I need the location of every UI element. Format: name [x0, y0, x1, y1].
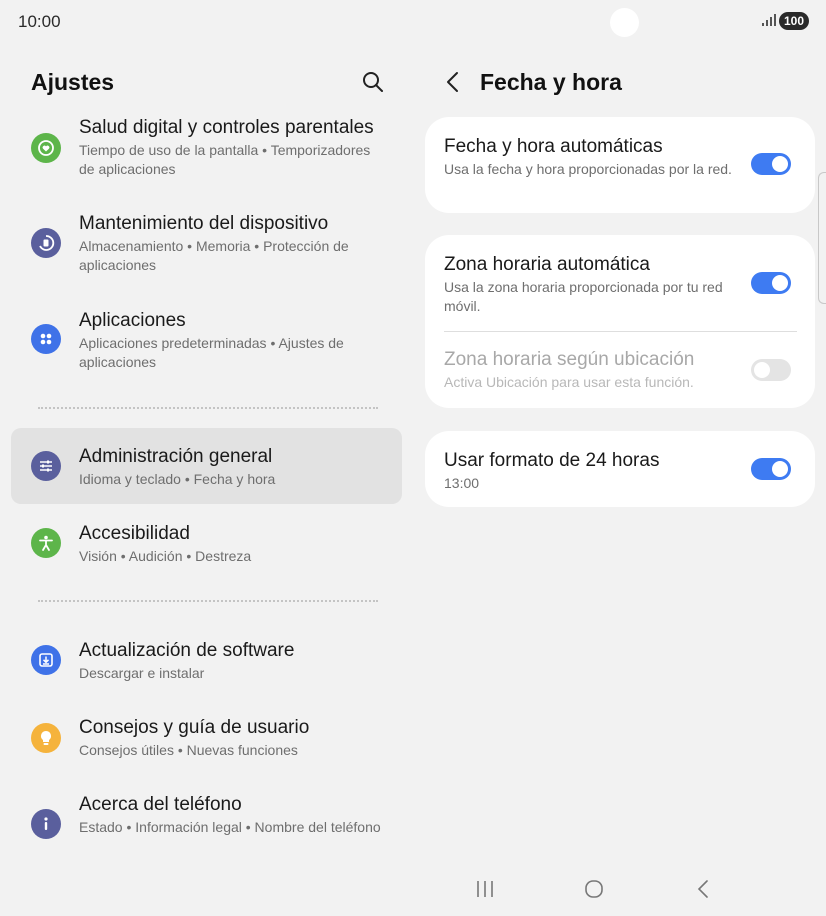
- settings-item-general-management[interactable]: Administración general Idioma y teclado …: [11, 428, 402, 504]
- info-icon: [31, 809, 61, 839]
- settings-item-apps[interactable]: Aplicaciones Aplicaciones predeterminada…: [11, 305, 402, 385]
- apps-icon: [31, 324, 61, 354]
- detail-title: Fecha y hora: [480, 69, 622, 95]
- signal-icon: [762, 14, 776, 26]
- device-care-icon: [31, 228, 61, 258]
- general-management-icon: [31, 451, 61, 481]
- setting-title: Usar formato de 24 horas: [444, 450, 660, 471]
- settings-item-title: Actualización de software: [79, 640, 295, 661]
- setting-row-24-hour-format[interactable]: Usar formato de 24 horas 13:00: [425, 431, 815, 507]
- battery-badge: 100: [779, 12, 810, 30]
- settings-card: Fecha y hora automáticas Usa la fecha y …: [425, 117, 815, 213]
- settings-item-title: Administración general: [79, 446, 273, 467]
- status-time: 10:00: [18, 12, 61, 31]
- settings-item-subtitle: Visión • Audición • Destreza: [79, 548, 252, 564]
- setting-title: Zona horaria según ubicación: [444, 349, 695, 370]
- setting-subtitle: Usa la zona horaria proporcionada por tu…: [444, 279, 723, 314]
- settings-item-title: Salud digital y controles parentales: [79, 117, 374, 138]
- settings-card: Zona horaria automática Usa la zona hora…: [425, 235, 815, 408]
- back-nav-icon[interactable]: [692, 878, 716, 900]
- settings-item-about-phone[interactable]: Acerca del teléfono Estado • Información…: [11, 789, 402, 869]
- section-divider: [38, 407, 378, 409]
- settings-item-title: Aplicaciones: [79, 310, 186, 331]
- settings-item-title: Accesibilidad: [79, 523, 190, 544]
- setting-title: Zona horaria automática: [444, 254, 650, 275]
- auto-date-time-toggle[interactable]: [751, 153, 791, 175]
- accessibility-icon: [31, 528, 61, 558]
- tips-icon: [31, 723, 61, 753]
- settings-item-accessibility[interactable]: Accesibilidad Visión • Audición • Destre…: [11, 518, 402, 578]
- section-divider: [38, 600, 378, 602]
- software-update-icon: [31, 645, 61, 675]
- digital-wellbeing-icon: [31, 133, 61, 163]
- location-timezone-toggle[interactable]: [751, 359, 791, 381]
- settings-item-tips[interactable]: Consejos y guía de usuario Consejos útil…: [11, 712, 402, 772]
- settings-item-subtitle: Idioma y teclado • Fecha y hora: [79, 471, 276, 487]
- navigation-bar: [0, 866, 826, 916]
- settings-item-subtitle: Estado • Información legal • Nombre del …: [79, 819, 381, 835]
- status-bar: 10:00 100: [0, 0, 826, 44]
- back-arrow-icon[interactable]: [442, 70, 464, 94]
- settings-item-title: Mantenimiento del dispositivo: [79, 213, 329, 234]
- setting-subtitle: Usa la fecha y hora proporcionadas por l…: [444, 161, 732, 177]
- setting-row-location-timezone[interactable]: Zona horaria según ubicación Activa Ubic…: [425, 332, 815, 408]
- recent-apps-icon[interactable]: [473, 878, 497, 900]
- settings-item-digital-wellbeing[interactable]: Salud digital y controles parentales Tie…: [11, 112, 402, 192]
- setting-row-auto-timezone[interactable]: Zona horaria automática Usa la zona hora…: [425, 235, 815, 331]
- setting-subtitle: Activa Ubicación para usar esta función.: [444, 374, 694, 390]
- search-icon[interactable]: [360, 69, 386, 95]
- edge-panel-handle[interactable]: [818, 172, 826, 304]
- settings-item-subtitle: Aplicaciones predeterminadas • Ajustes d…: [79, 335, 344, 370]
- page-title: Ajustes: [31, 69, 115, 95]
- auto-timezone-toggle[interactable]: [751, 272, 791, 294]
- settings-item-device-care[interactable]: Mantenimiento del dispositivo Almacenami…: [11, 208, 402, 288]
- setting-subtitle: 13:00: [444, 475, 480, 491]
- settings-item-subtitle: Almacenamiento • Memoria • Protección de…: [79, 238, 349, 273]
- settings-item-subtitle: Tiempo de uso de la pantalla • Temporiza…: [79, 142, 371, 177]
- setting-title: Fecha y hora automáticas: [444, 136, 663, 157]
- settings-item-software-update[interactable]: Actualización de software Descargar e in…: [11, 635, 402, 695]
- setting-row-auto-date-time[interactable]: Fecha y hora automáticas Usa la fecha y …: [425, 117, 815, 213]
- settings-card: Usar formato de 24 horas 13:00: [425, 431, 815, 507]
- settings-item-subtitle: Consejos útiles • Nuevas funciones: [79, 742, 298, 758]
- 24-hour-format-toggle[interactable]: [751, 458, 791, 480]
- home-icon[interactable]: [582, 878, 606, 900]
- settings-item-title: Acerca del teléfono: [79, 794, 242, 815]
- settings-item-subtitle: Descargar e instalar: [79, 665, 205, 681]
- settings-item-title: Consejos y guía de usuario: [79, 717, 310, 738]
- camera-cutout: [610, 8, 639, 37]
